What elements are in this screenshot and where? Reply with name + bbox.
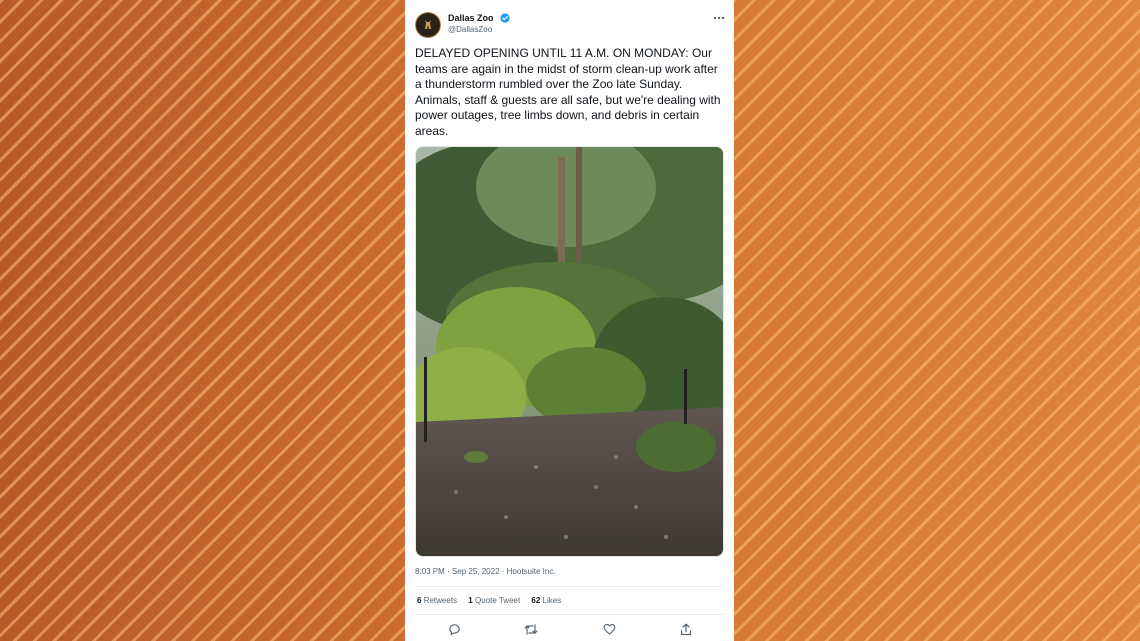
tweet-date[interactable]: Sep 25, 2022 (452, 567, 500, 576)
reply-icon (448, 623, 460, 635)
avatar[interactable] (415, 12, 441, 38)
giraffe-logo-icon (425, 20, 431, 29)
tweet-actions (405, 620, 734, 638)
more-icon[interactable] (712, 12, 726, 24)
like-button[interactable] (600, 620, 618, 638)
likes-stat[interactable]: 62 Likes (531, 596, 561, 605)
tweet-card: Dallas Zoo @DallasZoo DELAYED OPENING UN… (405, 0, 734, 641)
quotes-stat[interactable]: 1 Quote Tweet (468, 596, 520, 605)
divider (415, 586, 724, 587)
likes-count: 62 (531, 596, 541, 605)
quotes-label: Quote Tweet (474, 596, 521, 605)
likes-label: Likes (542, 596, 562, 605)
tweet-meta: 8:03 PM · Sep 25, 2022 · Hootsuite Inc. (415, 567, 556, 576)
like-icon (603, 623, 615, 635)
retweet-button[interactable] (522, 620, 540, 638)
storm-damage-photo (416, 147, 723, 556)
retweets-count: 6 (417, 596, 422, 605)
verified-badge-icon (500, 13, 510, 23)
display-name[interactable]: Dallas Zoo (448, 13, 494, 23)
quotes-count: 1 (468, 596, 473, 605)
handle[interactable]: @DallasZoo (448, 25, 492, 34)
share-icon (680, 623, 692, 635)
tweet-source[interactable]: Hootsuite Inc. (507, 567, 556, 576)
tweet-text: DELAYED OPENING UNTIL 11 A.M. ON MONDAY:… (415, 46, 721, 138)
retweet-icon (524, 623, 538, 635)
tweet-header: Dallas Zoo @DallasZoo (415, 10, 726, 40)
reply-button[interactable] (445, 620, 463, 638)
tweet-time[interactable]: 8:03 PM (415, 567, 445, 576)
share-button[interactable] (677, 620, 695, 638)
retweets-stat[interactable]: 6 Retweets (417, 596, 457, 605)
tweet-photo[interactable] (415, 146, 724, 557)
divider (415, 614, 724, 615)
retweets-label: Retweets (423, 596, 458, 605)
tweet-stats: 6 Retweets 1 Quote Tweet 62 Likes (417, 596, 570, 605)
